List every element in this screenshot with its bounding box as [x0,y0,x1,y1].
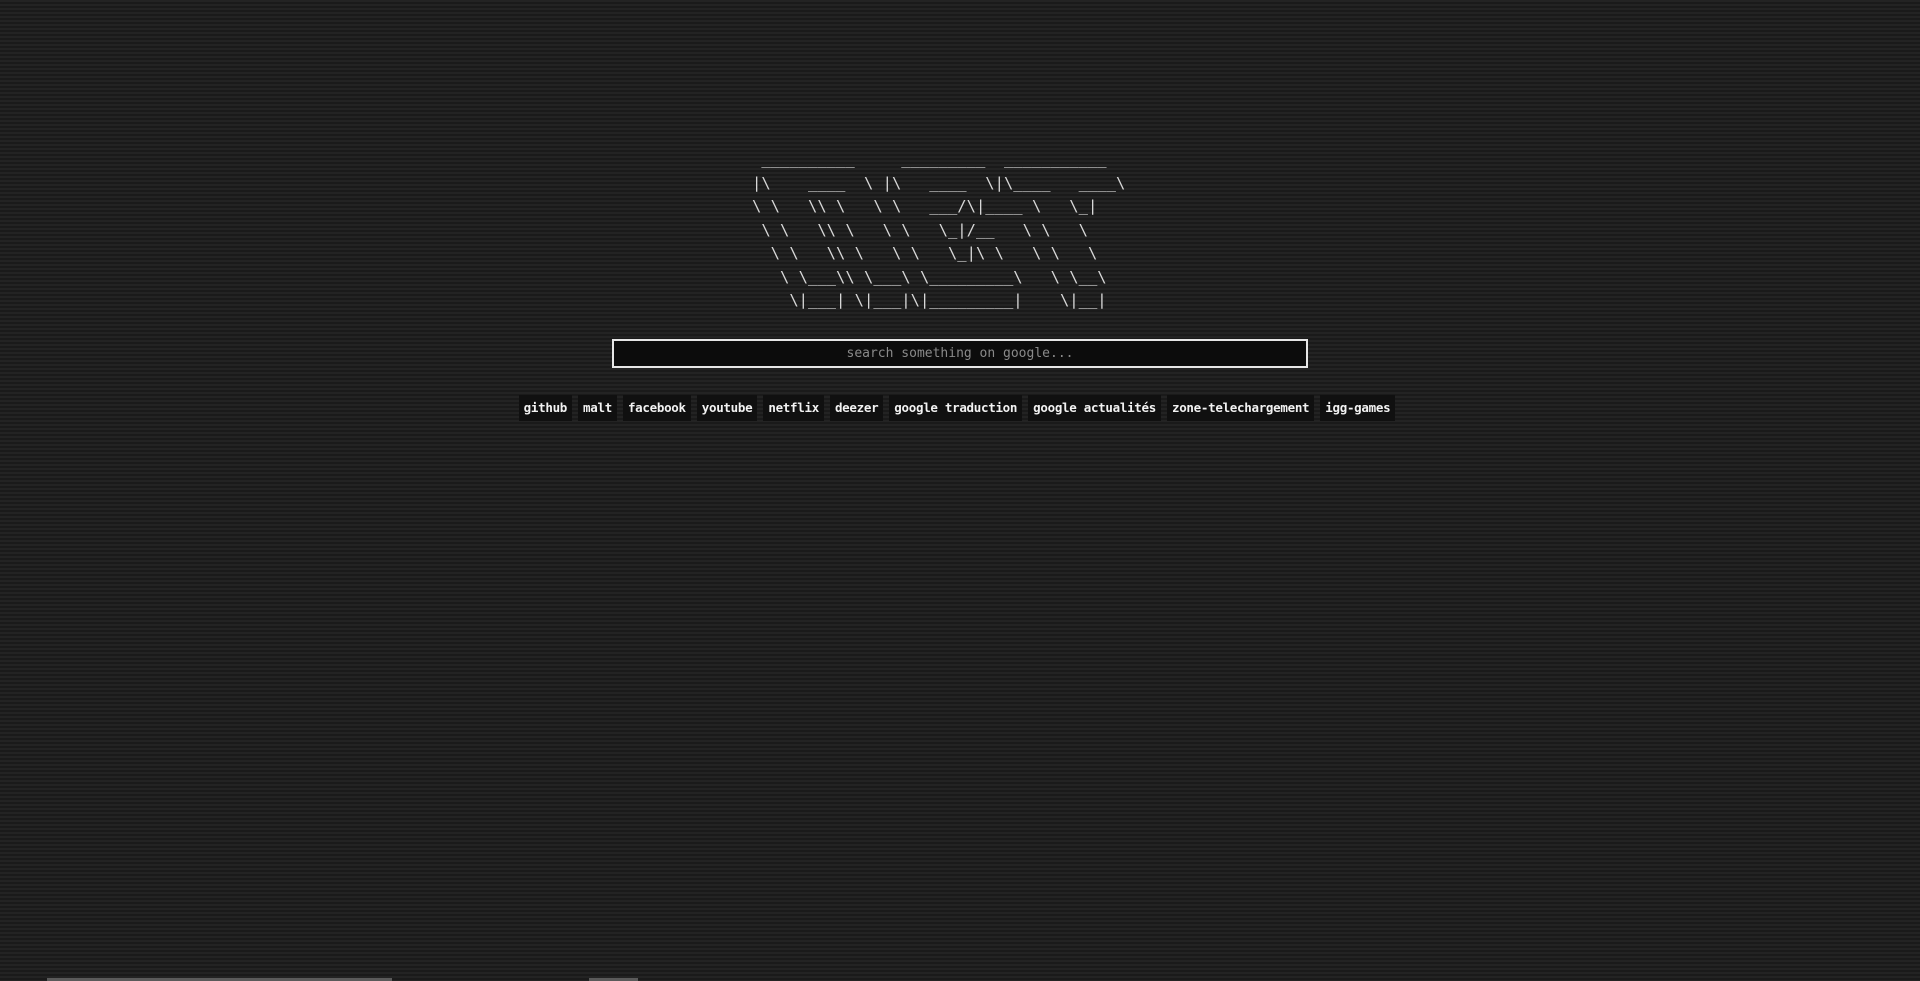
link-zone-telechargement[interactable]: zone-telechargement [1166,395,1315,421]
link-igg-games[interactable]: igg-games [1320,395,1396,421]
link-malt[interactable]: malt [578,395,617,421]
quick-links-bar: github malt facebook youtube netflix dee… [0,395,1917,421]
ascii-logo: __________ _________ ___________ |\ ____… [752,150,1126,309]
link-youtube[interactable]: youtube [696,395,758,421]
link-google-traduction[interactable]: google traduction [889,395,1023,421]
link-facebook[interactable]: facebook [622,395,691,421]
link-deezer[interactable]: deezer [829,395,884,421]
search-input[interactable] [612,339,1308,368]
link-netflix[interactable]: netflix [763,395,824,421]
link-github[interactable]: github [518,395,573,421]
link-google-actualites[interactable]: google actualités [1028,395,1161,421]
